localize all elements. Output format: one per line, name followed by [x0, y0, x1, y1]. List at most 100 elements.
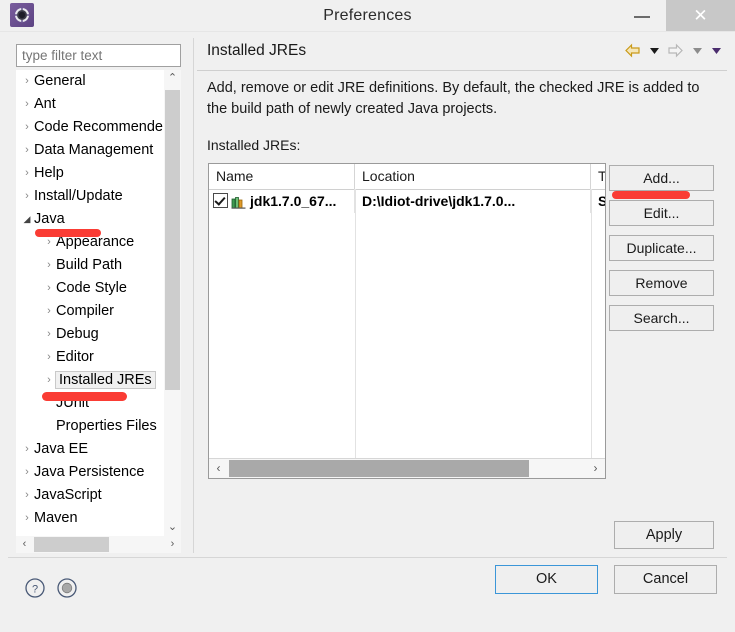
- cell-name[interactable]: jdk1.7.0_67...: [209, 189, 355, 213]
- sidebar-item-install-update[interactable]: › Install/Update: [20, 185, 123, 208]
- sidebar-item-label: Debug: [56, 326, 99, 342]
- navigation-buttons: [622, 43, 723, 63]
- tree-collapsed-arrow-icon[interactable]: ›: [20, 139, 34, 162]
- tree-collapsed-arrow-icon[interactable]: ›: [20, 507, 34, 530]
- more-menu-chevron-down-icon[interactable]: [710, 44, 723, 62]
- sidebar-item-label: Java EE: [34, 441, 88, 457]
- tree-collapsed-arrow-icon[interactable]: ›: [20, 162, 34, 185]
- tree-collapsed-arrow-icon[interactable]: ›: [42, 346, 56, 369]
- tree-scrollbar-thumb[interactable]: [165, 90, 180, 390]
- circle-dot-icon[interactable]: [56, 577, 78, 599]
- question-mark-icon[interactable]: ?: [24, 577, 46, 599]
- tree-collapsed-arrow-icon[interactable]: ›: [20, 438, 34, 461]
- sidebar-item-label: Code Recommenders: [34, 119, 176, 135]
- sidebar-item-code-recommenders[interactable]: › Code Recommenders: [20, 116, 175, 139]
- sidebar-item-editor[interactable]: › Editor: [42, 346, 94, 369]
- sidebar-item-code-style[interactable]: › Code Style: [42, 277, 127, 300]
- sidebar-item-label: Installed JREs: [55, 371, 156, 389]
- sidebar-item-data-management[interactable]: › Data Management: [20, 139, 153, 162]
- table-scroll-right-button[interactable]: ›: [586, 459, 605, 477]
- cell-location[interactable]: D:\Idiot-drive\jdk1.7.0...: [355, 189, 591, 213]
- search-button[interactable]: Search...: [609, 305, 714, 331]
- sidebar-item-label: Help: [34, 165, 64, 181]
- tree-collapsed-arrow-icon[interactable]: ›: [42, 323, 56, 346]
- close-button[interactable]: ✕: [666, 0, 735, 31]
- edit-button[interactable]: Edit...: [609, 200, 714, 226]
- apply-button[interactable]: Apply: [614, 521, 714, 549]
- tree-scroll-right-button[interactable]: ›: [164, 536, 181, 553]
- forward-arrow-icon[interactable]: [667, 43, 684, 63]
- sidebar-item-javascript[interactable]: › JavaScript: [20, 484, 102, 507]
- sidebar-item-label: Maven: [34, 510, 78, 526]
- tree-collapsed-arrow-icon[interactable]: ›: [20, 70, 34, 93]
- sidebar-item-java-persistence[interactable]: › Java Persistence: [20, 461, 144, 484]
- minimize-button[interactable]: [620, 0, 665, 31]
- tree-scroll-up-button[interactable]: ⌃: [164, 70, 181, 87]
- minimize-icon: [634, 16, 650, 18]
- sidebar-item-java[interactable]: ◢ Java: [20, 208, 65, 231]
- back-arrow-icon[interactable]: [624, 43, 641, 63]
- tree-collapsed-arrow-icon[interactable]: ›: [42, 231, 56, 254]
- page-description: Add, remove or edit JRE definitions. By …: [207, 80, 700, 117]
- tree-collapsed-arrow-icon[interactable]: ›: [20, 461, 34, 484]
- back-dropdown-chevron-down-icon[interactable]: [648, 44, 661, 62]
- column-header-location[interactable]: Location: [355, 164, 591, 189]
- sidebar-item-properties-files[interactable]: Properties Files: [42, 415, 157, 438]
- sidebar-item-label: Java: [34, 211, 65, 227]
- page-title: Installed JREs: [207, 42, 307, 59]
- sidebar-item-label: Install/Update: [34, 188, 123, 204]
- tree-expanded-arrow-icon[interactable]: ◢: [20, 208, 34, 231]
- column-header-type[interactable]: Type: [591, 164, 605, 189]
- sidebar-item-label: JUnit: [56, 395, 90, 411]
- jre-books-icon: [231, 197, 246, 209]
- sidebar-item-label: Appearance: [56, 234, 135, 250]
- tree-collapsed-arrow-icon[interactable]: ›: [20, 185, 34, 208]
- tree-scroll-down-button[interactable]: ⌄: [164, 519, 181, 536]
- table-row[interactable]: jdk1.7.0_67... D:\Idiot-drive\jdk1.7.0..…: [209, 189, 605, 213]
- sidebar-item-label: Ant: [34, 96, 56, 112]
- sidebar-item-java-ee[interactable]: › Java EE: [20, 438, 88, 461]
- sidebar-item-maven[interactable]: › Maven: [20, 507, 78, 530]
- sidebar-item-ant[interactable]: › Ant: [20, 93, 56, 116]
- tree-scroll-left-button[interactable]: ‹: [16, 536, 33, 553]
- cancel-button[interactable]: Cancel: [614, 565, 717, 594]
- duplicate-button[interactable]: Duplicate...: [609, 235, 714, 261]
- sidebar-item-help[interactable]: › Help: [20, 162, 64, 185]
- sidebar-item-label: Editor: [56, 349, 94, 365]
- sidebar-item-label: General: [34, 73, 86, 89]
- sidebar-item-installed-jres[interactable]: › Installed JREs: [42, 369, 156, 392]
- add-button[interactable]: Add...: [609, 165, 714, 191]
- tree-collapsed-arrow-icon[interactable]: ›: [20, 93, 34, 116]
- table-scrollbar-thumb[interactable]: [229, 460, 529, 477]
- tree-collapsed-arrow-icon[interactable]: ›: [42, 369, 56, 392]
- tree-collapsed-arrow-icon[interactable]: ›: [20, 484, 34, 507]
- tree-collapsed-arrow-icon[interactable]: ›: [42, 254, 56, 277]
- title-bar: Preferences ✕: [0, 0, 735, 32]
- remove-button[interactable]: Remove: [609, 270, 714, 296]
- forward-dropdown-chevron-down-icon[interactable]: [691, 44, 704, 62]
- ok-button[interactable]: OK: [495, 565, 598, 594]
- sidebar-item-appearance[interactable]: › Appearance: [42, 231, 134, 254]
- filter-input[interactable]: [16, 44, 181, 67]
- column-header-name[interactable]: Name: [209, 164, 355, 189]
- tree-horizontal-scrollbar[interactable]: ‹ ›: [16, 536, 181, 553]
- sidebar-item-general[interactable]: › General: [20, 70, 86, 93]
- installed-jres-table[interactable]: Name Location Type jdk1.7.0_67... D:\Idi…: [208, 163, 606, 479]
- cell-type[interactable]: Stand: [591, 189, 605, 213]
- tree-collapsed-arrow-icon[interactable]: ›: [42, 277, 56, 300]
- sidebar-item-junit[interactable]: JUnit: [42, 392, 89, 415]
- tree-hscrollbar-thumb[interactable]: [34, 537, 109, 552]
- table-scroll-left-button[interactable]: ‹: [209, 459, 228, 477]
- tree-vertical-scrollbar[interactable]: ⌃ ⌄: [164, 70, 181, 536]
- sidebar-item-label: JavaScript: [34, 487, 102, 503]
- sidebar-item-compiler[interactable]: › Compiler: [42, 300, 114, 323]
- preferences-tree[interactable]: › General › Ant › Code Recommenders › Data Mana…: [16, 70, 181, 536]
- table-horizontal-scrollbar[interactable]: ‹ ›: [209, 458, 605, 478]
- content-header: Installed JREs: [197, 38, 727, 71]
- sidebar-item-build-path[interactable]: › Build Path: [42, 254, 122, 277]
- tree-collapsed-arrow-icon[interactable]: ›: [20, 116, 34, 139]
- tree-collapsed-arrow-icon[interactable]: ›: [42, 300, 56, 323]
- row-checkbox[interactable]: [213, 193, 228, 208]
- cell-name-text: jdk1.7.0_67...: [250, 193, 337, 209]
- sidebar-item-debug[interactable]: › Debug: [42, 323, 99, 346]
